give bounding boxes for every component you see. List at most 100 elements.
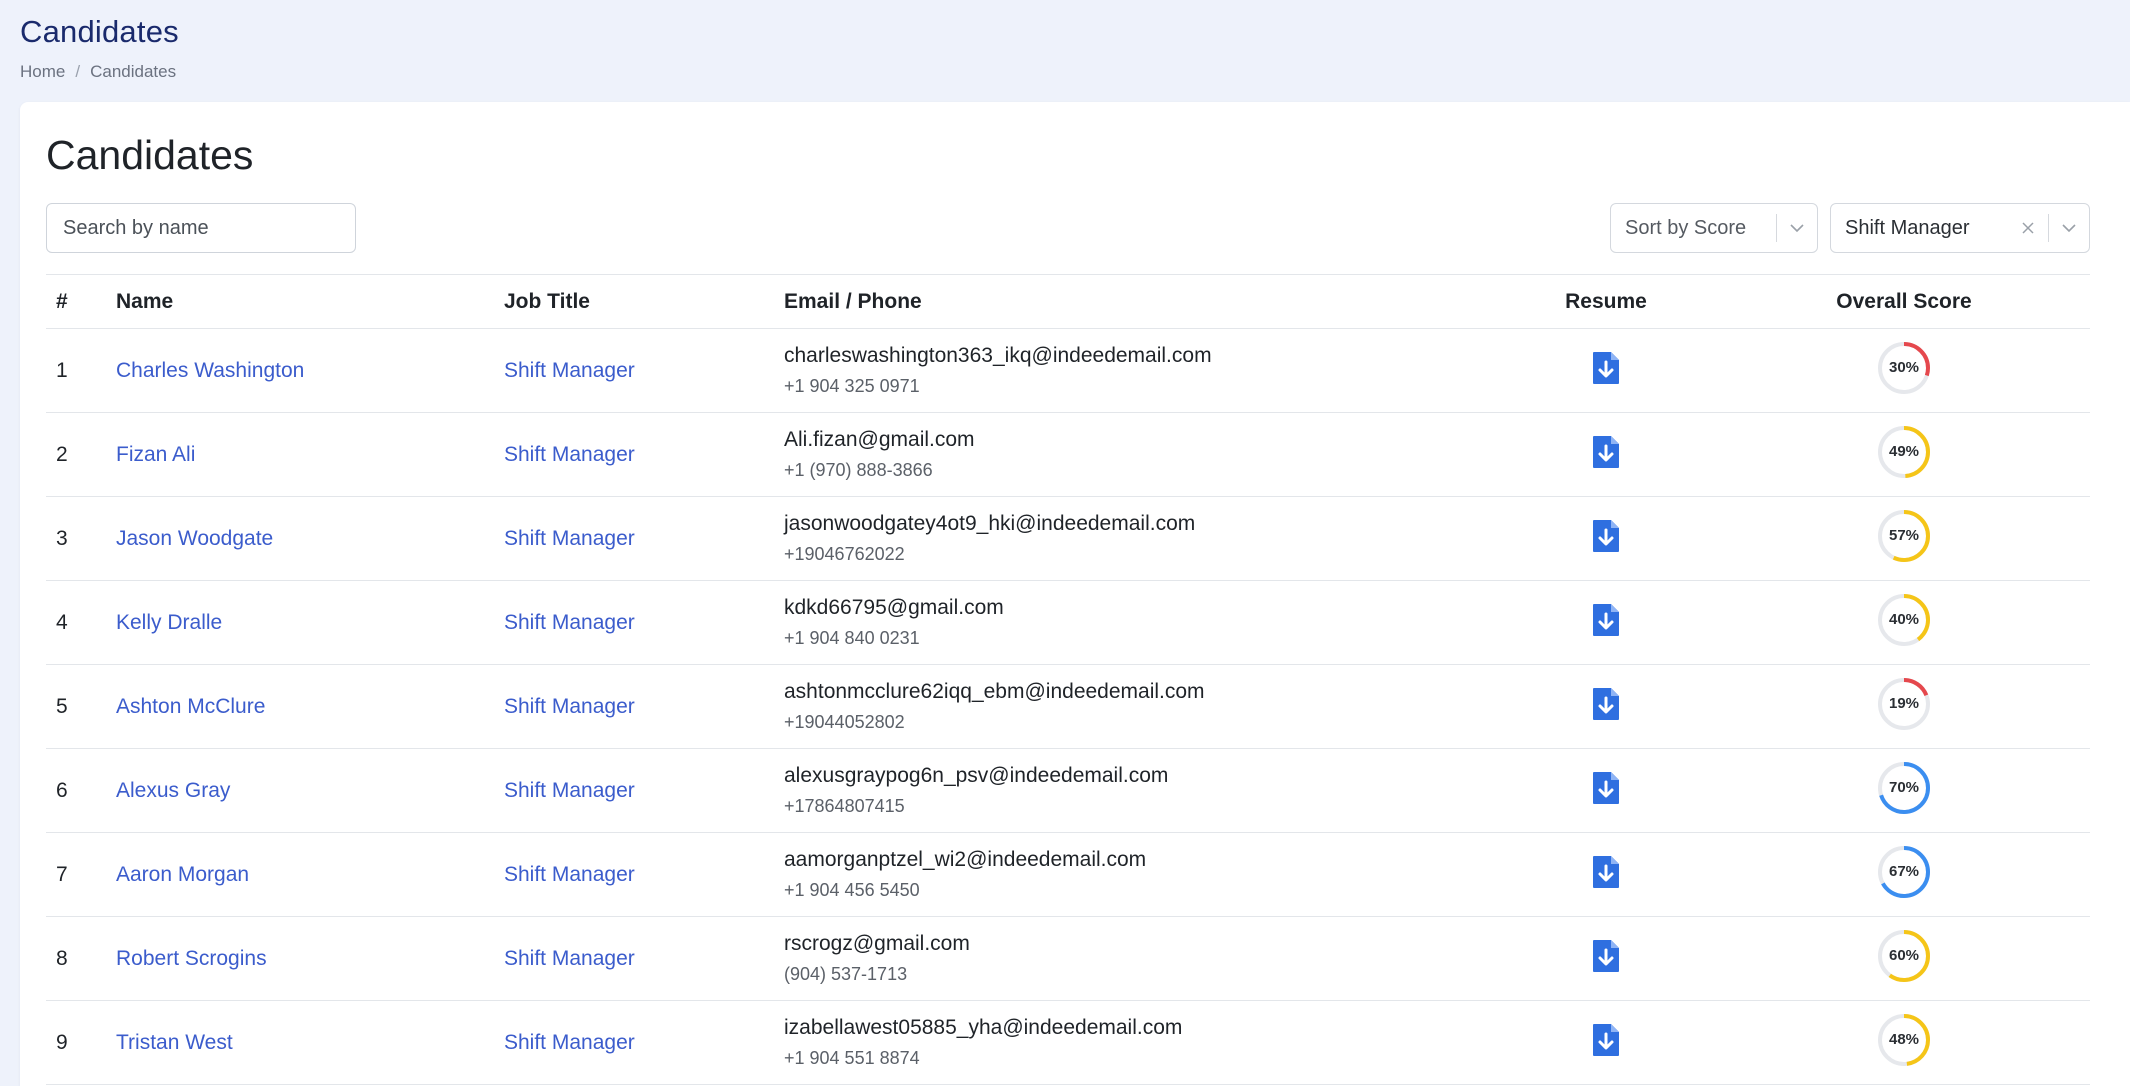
- candidate-phone: (904) 537-1713: [784, 964, 908, 984]
- file-download-icon[interactable]: [1591, 351, 1621, 385]
- row-number: 2: [46, 412, 116, 497]
- score-value: 60%: [1888, 947, 1920, 964]
- sort-select[interactable]: Sort by Score: [1610, 203, 1818, 253]
- candidate-phone: +19046762022: [784, 544, 905, 564]
- table-row: 5 Ashton McClure Shift Manager ashtonmcc…: [46, 664, 2090, 749]
- score-ring: 19%: [1874, 674, 1934, 734]
- score-ring: 67%: [1874, 842, 1934, 902]
- candidate-name-link[interactable]: Charles Washington: [116, 359, 304, 382]
- breadcrumb-home[interactable]: Home: [20, 62, 65, 82]
- candidate-phone: +1 (970) 888-3866: [784, 460, 933, 480]
- row-number: 6: [46, 748, 116, 833]
- breadcrumb-current: Candidates: [90, 62, 177, 81]
- candidate-name-link[interactable]: Ashton McClure: [116, 695, 265, 718]
- contact-cell: jasonwoodgatey4ot9_hki@indeedemail.com +…: [784, 496, 1494, 581]
- file-download-icon[interactable]: [1591, 1023, 1621, 1057]
- table-row: 9 Tristan West Shift Manager izabellawes…: [46, 1000, 2090, 1085]
- file-download-icon[interactable]: [1591, 435, 1621, 469]
- contact-cell: ashtonmcclure62iqq_ebm@indeedemail.com +…: [784, 664, 1494, 749]
- score-ring: 48%: [1874, 1010, 1934, 1070]
- table-row: 6 Alexus Gray Shift Manager alexusgraypo…: [46, 748, 2090, 833]
- row-number: 8: [46, 916, 116, 1001]
- job-title-link[interactable]: Shift Manager: [504, 359, 635, 382]
- candidate-phone: +17864807415: [784, 796, 905, 816]
- candidate-phone: +1 904 456 5450: [784, 880, 920, 900]
- job-title-link[interactable]: Shift Manager: [504, 947, 635, 970]
- score-ring: 49%: [1874, 422, 1934, 482]
- contact-cell: kdkd66795@gmail.com +1 904 840 0231: [784, 580, 1494, 665]
- job-title-link[interactable]: Shift Manager: [504, 863, 635, 886]
- candidate-name-link[interactable]: Alexus Gray: [116, 779, 230, 802]
- candidate-email: ashtonmcclure62iqq_ebm@indeedemail.com: [784, 680, 1205, 703]
- score-ring: 70%: [1874, 758, 1934, 818]
- candidate-phone: +19044052802: [784, 712, 905, 732]
- score-ring: 30%: [1874, 338, 1934, 398]
- sort-select-value: Sort by Score: [1625, 216, 1747, 239]
- job-filter-value: Shift Manager: [1845, 216, 1970, 239]
- file-download-icon[interactable]: [1591, 771, 1621, 805]
- candidate-email: alexusgraypog6n_psv@indeedemail.com: [784, 764, 1169, 787]
- table-row: 1 Charles Washington Shift Manager charl…: [46, 328, 2090, 413]
- job-title-link[interactable]: Shift Manager: [504, 695, 635, 718]
- contact-cell: alexusgraypog6n_psv@indeedemail.com +178…: [784, 748, 1494, 833]
- contact-cell: izabellawest05885_yha@indeedemail.com +1…: [784, 1000, 1494, 1085]
- chevron-down-icon[interactable]: [1777, 223, 1817, 233]
- candidate-name-link[interactable]: Fizan Ali: [116, 443, 195, 466]
- close-icon[interactable]: [2008, 222, 2048, 234]
- score-value: 57%: [1888, 527, 1920, 544]
- job-title-link[interactable]: Shift Manager: [504, 779, 635, 802]
- candidate-name-link[interactable]: Kelly Dralle: [116, 611, 222, 634]
- page-header: Candidates Home / Candidates: [20, 14, 179, 82]
- table-row: 8 Robert Scrogins Shift Manager rscrogz@…: [46, 916, 2090, 1001]
- score-value: 19%: [1888, 695, 1920, 712]
- column-header-name[interactable]: Name: [116, 274, 504, 329]
- column-header-overall-score[interactable]: Overall Score: [1718, 274, 2090, 329]
- score-value: 49%: [1888, 443, 1920, 460]
- column-header-number: #: [46, 274, 116, 329]
- table-header-row: # Name Job Title Email / Phone Resume Ov…: [46, 274, 2090, 329]
- file-download-icon[interactable]: [1591, 939, 1621, 973]
- candidate-name-link[interactable]: Robert Scrogins: [116, 947, 267, 970]
- row-number: 7: [46, 832, 116, 917]
- candidate-email: Ali.fizan@gmail.com: [784, 428, 975, 451]
- job-title-filter-select[interactable]: Shift Manager: [1830, 203, 2090, 253]
- contact-cell: charleswashington363_ikq@indeedemail.com…: [784, 328, 1494, 413]
- candidate-email: rscrogz@gmail.com: [784, 932, 970, 955]
- file-download-icon[interactable]: [1591, 519, 1621, 553]
- score-ring: 60%: [1874, 926, 1934, 986]
- row-number: 3: [46, 496, 116, 581]
- score-value: 70%: [1888, 779, 1920, 796]
- file-download-icon[interactable]: [1591, 687, 1621, 721]
- table-row: 7 Aaron Morgan Shift Manager aamorganptz…: [46, 832, 2090, 917]
- score-value: 48%: [1888, 1031, 1920, 1048]
- job-title-link[interactable]: Shift Manager: [504, 611, 635, 634]
- breadcrumb: Home / Candidates: [20, 62, 179, 82]
- candidate-email: kdkd66795@gmail.com: [784, 596, 1004, 619]
- candidates-card: Candidates Sort by Score Shift Manager #…: [20, 102, 2130, 1086]
- job-title-link[interactable]: Shift Manager: [504, 1031, 635, 1054]
- file-download-icon[interactable]: [1591, 855, 1621, 889]
- candidate-name-link[interactable]: Jason Woodgate: [116, 527, 273, 550]
- contact-cell: rscrogz@gmail.com (904) 537-1713: [784, 916, 1494, 1001]
- candidates-table: # Name Job Title Email / Phone Resume Ov…: [46, 274, 2090, 1085]
- score-value: 67%: [1888, 863, 1920, 880]
- file-download-icon[interactable]: [1591, 603, 1621, 637]
- table-row: 3 Jason Woodgate Shift Manager jasonwood…: [46, 496, 2090, 581]
- candidate-phone: +1 904 325 0971: [784, 376, 920, 396]
- job-title-link[interactable]: Shift Manager: [504, 443, 635, 466]
- candidate-email: jasonwoodgatey4ot9_hki@indeedemail.com: [784, 512, 1196, 535]
- breadcrumb-separator: /: [75, 62, 81, 81]
- column-header-resume: Resume: [1494, 274, 1718, 329]
- candidate-email: izabellawest05885_yha@indeedemail.com: [784, 1016, 1183, 1039]
- score-ring: 57%: [1874, 506, 1934, 566]
- contact-cell: aamorganptzel_wi2@indeedemail.com +1 904…: [784, 832, 1494, 917]
- candidate-name-link[interactable]: Aaron Morgan: [116, 863, 249, 886]
- search-input[interactable]: [46, 203, 356, 253]
- chevron-down-icon[interactable]: [2049, 223, 2089, 233]
- candidate-name-link[interactable]: Tristan West: [116, 1031, 233, 1054]
- score-value: 40%: [1888, 611, 1920, 628]
- column-header-job-title[interactable]: Job Title: [504, 274, 784, 329]
- score-value: 30%: [1888, 359, 1920, 376]
- job-title-link[interactable]: Shift Manager: [504, 527, 635, 550]
- table-row: 2 Fizan Ali Shift Manager Ali.fizan@gmai…: [46, 412, 2090, 497]
